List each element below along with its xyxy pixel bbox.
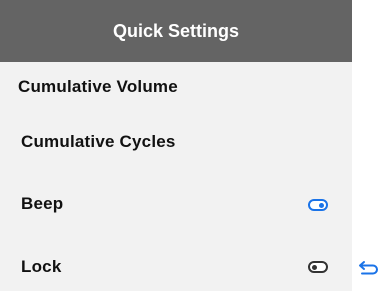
setting-row-lock: Lock	[0, 251, 352, 283]
page-title: Quick Settings	[112, 20, 240, 41]
beep-toggle[interactable]	[308, 199, 328, 211]
setting-row-beep: Beep	[0, 188, 352, 220]
back-button[interactable]	[358, 259, 380, 277]
setting-label: Cumulative Cycles	[21, 132, 176, 151]
header-bar: Quick Settings	[0, 0, 352, 62]
toggle-knob	[319, 203, 324, 208]
setting-label: Beep	[21, 194, 64, 213]
toggle-knob	[312, 265, 317, 270]
setting-row-cumulative-cycles[interactable]: Cumulative Cycles	[0, 126, 352, 158]
quick-settings-panel: Quick Settings Cumulative Volume Cumulat…	[0, 0, 352, 291]
setting-row-cumulative-volume[interactable]: Cumulative Volume	[0, 71, 352, 103]
setting-label: Lock	[21, 257, 62, 276]
setting-label: Cumulative Volume	[18, 77, 178, 96]
back-arrow-icon	[359, 261, 378, 275]
lock-toggle[interactable]	[308, 261, 328, 273]
